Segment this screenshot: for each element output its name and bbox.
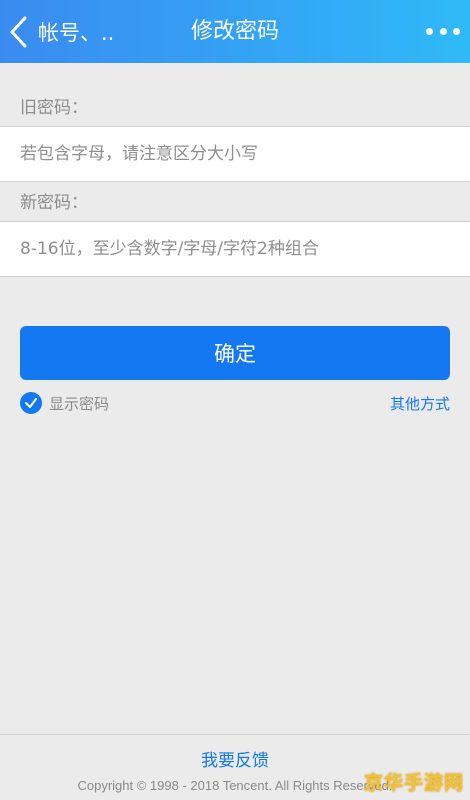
old-password-label: 旧密码： bbox=[20, 98, 88, 118]
more-menu-button[interactable] bbox=[426, 18, 460, 44]
new-password-input[interactable] bbox=[0, 222, 470, 276]
more-dots-icon bbox=[426, 27, 433, 35]
old-password-row bbox=[0, 126, 470, 182]
more-dots-icon bbox=[453, 27, 460, 35]
title-bar: 帐号、.. 修改密码 bbox=[0, 0, 470, 63]
old-password-input[interactable] bbox=[0, 127, 470, 181]
more-dots-icon bbox=[439, 27, 447, 35]
other-methods-link[interactable]: 其他方式 bbox=[390, 393, 450, 414]
show-password-label: 显示密码 bbox=[49, 394, 110, 413]
new-password-label: 新密码： bbox=[20, 193, 88, 213]
new-password-row bbox=[0, 221, 470, 277]
watermark-logo: 京华手游网 bbox=[363, 772, 464, 794]
show-password-toggle[interactable]: 显示密码 bbox=[20, 391, 109, 415]
chevron-left-icon bbox=[10, 16, 27, 48]
footer-divider bbox=[0, 734, 470, 735]
back-button[interactable]: 帐号、.. bbox=[8, 12, 114, 52]
checkmark-icon bbox=[20, 392, 42, 414]
back-label: 帐号、.. bbox=[38, 21, 115, 45]
confirm-button[interactable]: 确定 bbox=[20, 326, 450, 380]
